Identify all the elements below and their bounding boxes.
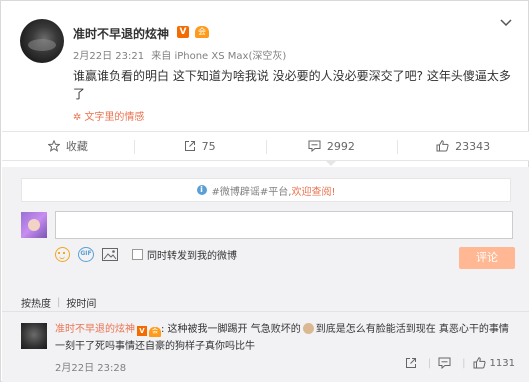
comment-body-start: : 这种被我一脚踢开 气急败坏的	[161, 324, 301, 335]
image-icon[interactable]	[102, 247, 118, 261]
member-crown-icon[interactable]: 会	[149, 327, 161, 337]
star-icon	[47, 140, 60, 152]
favorite-button[interactable]: 收藏	[2, 132, 134, 160]
comment-text: 准时不早退的炫神 V 会: 这种被我一脚踢开 气急败坏的 到底是怎么有脸能活到现在 真…	[55, 321, 515, 355]
repost-icon	[184, 141, 195, 151]
author-avatar[interactable]	[20, 19, 64, 63]
thumbs-up-icon	[436, 140, 449, 152]
repost-count: 75	[201, 139, 216, 153]
current-user-avatar	[21, 212, 47, 238]
sort-by-time[interactable]: 按时间	[66, 295, 96, 310]
emoji-face-icon	[302, 323, 314, 334]
post-text: 谁赢谁负看的明白 这下知道为啥我说 没必要的人没必要深交了吧? 这年头傻逼太多了	[73, 69, 511, 101]
comment-icon[interactable]	[438, 357, 451, 369]
weibo-post-card: 准时不早退的炫神 V 会 2月22日 23:21 来自 iPhone XS Ma…	[0, 0, 529, 382]
comment-action-divider: |	[462, 357, 466, 369]
repost-button[interactable]: 75	[133, 132, 266, 160]
sort-by-hot[interactable]: 按热度	[21, 295, 51, 310]
member-crown-icon[interactable]: 会	[195, 26, 209, 38]
notice-link[interactable]: 欢迎查阅!	[291, 183, 335, 198]
comment-time: 2月22日 23:28	[55, 363, 127, 374]
comment-actions: | | 1131	[405, 357, 515, 369]
verified-badge-icon[interactable]: V	[137, 326, 147, 336]
post-time[interactable]: 2月22日 23:21	[73, 47, 144, 62]
verified-badge-icon[interactable]: V	[177, 26, 189, 38]
post-action-bar: 收藏 75 2992 23343	[2, 131, 529, 166]
comment-toolbar: GIF 同时转发到我的微博	[55, 245, 237, 263]
like-count: 23343	[455, 139, 491, 153]
comment-item: 准时不早退的炫神 V 会: 这种被我一脚踢开 气急败坏的 到底是怎么有脸能活到现在 真…	[2, 317, 529, 379]
post-meta: 2月22日 23:21 来自 iPhone XS Max(深空灰)	[73, 47, 286, 62]
comment-action-divider: |	[427, 357, 432, 369]
notice-banner: i #微博辟谣#平台, 欢迎查阅!	[21, 178, 511, 202]
source-tag[interactable]: ✲ 文字里的情感	[73, 108, 144, 123]
chevron-down-icon[interactable]	[500, 19, 512, 27]
comment-input[interactable]	[55, 211, 513, 239]
author-name[interactable]: 准时不早退的炫神	[73, 25, 169, 42]
repost-checkbox-label: 同时转发到我的微博	[147, 250, 237, 262]
comment-count: 2992	[326, 139, 355, 153]
repost-icon[interactable]	[405, 357, 417, 369]
notice-hashtag[interactable]: #微博辟谣#平台,	[212, 183, 292, 198]
gif-icon[interactable]: GIF	[78, 246, 94, 262]
favorite-label: 收藏	[65, 140, 88, 153]
comment-sort-bar: 按热度 | 按时间	[2, 294, 529, 312]
like-button[interactable]: 23343	[397, 132, 529, 160]
sort-divider: |	[57, 297, 61, 308]
commenter-name[interactable]: 准时不早退的炫神	[55, 324, 135, 335]
flower-icon: ✲	[73, 112, 82, 123]
repost-checkbox[interactable]	[132, 248, 143, 260]
comment-like-count: 1131	[489, 357, 515, 369]
emoji-icon[interactable]	[55, 246, 70, 262]
commenter-avatar[interactable]	[21, 323, 47, 349]
post-source-device: 来自 iPhone XS Max(深空灰)	[151, 51, 287, 62]
info-icon: i	[196, 185, 207, 195]
submit-comment-button[interactable]: 评论	[459, 247, 515, 269]
comment-icon	[308, 140, 321, 152]
source-tag-label: 文字里的情感	[84, 112, 145, 123]
comment-button[interactable]: 2992	[265, 132, 398, 166]
thumbs-up-icon[interactable]	[473, 357, 486, 369]
